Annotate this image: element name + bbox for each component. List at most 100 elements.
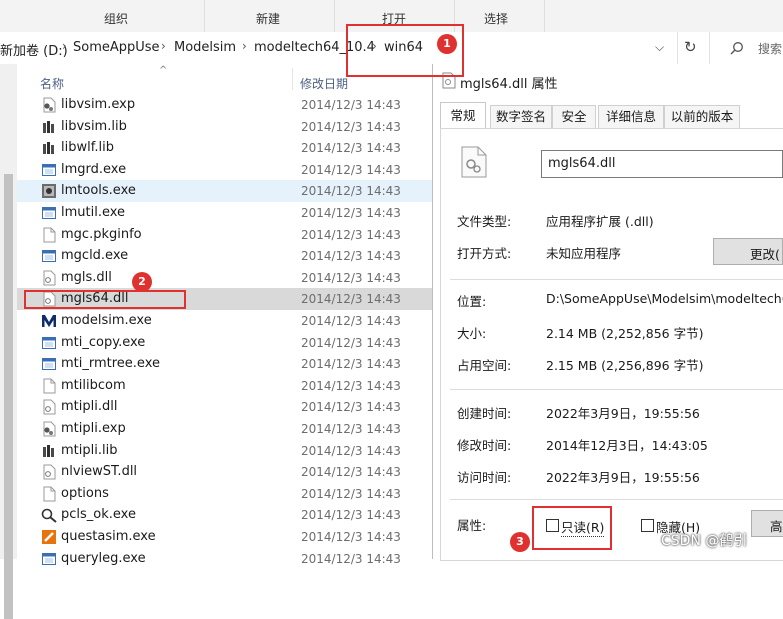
file-row[interactable]: options 2014/12/3 14:43 [17,483,432,505]
breadcrumb-someappuse[interactable]: SomeAppUse [73,40,160,55]
file-name: queryleg.exe [61,550,146,566]
file-name: mtipli.exp [61,421,126,436]
file-row[interactable]: lmtools.exe 2014/12/3 14:43 [17,180,432,202]
file-row[interactable]: mgcld.exe 2014/12/3 14:43 [17,245,432,267]
vertical-scrollbar[interactable] [0,64,17,619]
file-row[interactable]: nlviewST.dll 2014/12/3 14:43 [17,461,432,483]
divider [709,32,710,64]
dll-file-icon [41,399,57,415]
file-row[interactable]: mtipli.exp 2014/12/3 14:43 [17,418,432,440]
file-name: mgcld.exe [61,248,129,264]
open-with-label: 打开方式: [457,246,512,261]
ribbon-group-select[interactable]: 选择 [454,0,545,32]
file-row[interactable]: mtipli.dll 2014/12/3 14:43 [17,396,432,418]
chevron-right-icon[interactable]: › [62,39,67,53]
file-date: 2014/12/3 14:43 [301,184,401,199]
file-row[interactable]: mtipli.lib 2014/12/3 14:43 [17,440,432,462]
file-row[interactable]: lmgrd.exe 2014/12/3 14:43 [17,159,432,181]
chevron-right-icon[interactable]: › [161,39,166,53]
blank-file-icon [41,227,57,243]
file-row[interactable]: mtilibcom 2014/12/3 14:43 [17,375,432,397]
file-date: 2014/12/3 14:43 [301,141,401,156]
ribbon-group-new[interactable]: 新建 [204,0,335,32]
ribbon-group-organize[interactable]: 组织 [28,0,205,32]
search-placeholder: 搜索 [758,42,783,56]
file-date: 2014/12/3 14:43 [301,227,401,242]
tab-digital-signature[interactable]: 数字签名 [490,105,552,128]
blank-file-icon [41,486,57,502]
file-row[interactable]: libvsim.lib 2014/12/3 14:43 [17,116,432,138]
divider [677,32,678,64]
file-row[interactable]: questasim.exe 2014/12/3 14:43 [17,526,432,548]
tab-details[interactable]: 详细信息 [598,105,664,128]
scrollbar-thumb[interactable] [4,174,13,619]
tab-previous-versions[interactable]: 以前的版本 [664,105,740,128]
file-date: 2014/12/3 14:43 [301,335,401,350]
refresh-icon[interactable]: ↻ [684,38,697,56]
file-name: lmtools.exe [61,183,136,199]
advanced-button[interactable]: 高 [751,510,783,537]
search-box[interactable]: 搜索 [720,33,783,63]
size-on-disk-value: 2.15 MB (2,256,896 字节) [546,358,704,373]
breadcrumb-modelsim[interactable]: Modelsim [174,40,236,55]
file-name: lmutil.exe [61,205,126,220]
chevron-down-icon[interactable]: ⌵ [655,40,664,55]
exe-file-icon [41,205,57,221]
annotation-badge-1: 1 [437,34,457,54]
chevron-right-icon[interactable]: › [242,39,247,53]
file-row[interactable]: pcls_ok.exe 2014/12/3 14:43 [17,504,432,526]
tab-security[interactable]: 安全 [552,105,596,128]
file-date: 2014/12/3 14:43 [301,378,401,393]
file-date: 2014/12/3 14:43 [301,486,401,501]
accessed-value: 2022年3月9日，19:55:56 [546,470,700,485]
modified-value: 2014年12月3日，14:43:05 [546,438,708,453]
file-date: 2014/12/3 14:43 [301,119,401,134]
file-row[interactable]: lmutil.exe 2014/12/3 14:43 [17,202,432,224]
tab-general[interactable]: 常规 [440,102,486,129]
column-header-date[interactable]: 修改日期 [300,75,348,92]
dll-file-icon [41,270,57,286]
column-header-name[interactable]: 名称 [40,75,64,92]
location-label: 位置: [457,294,487,309]
file-date: 2014/12/3 14:43 [301,422,401,436]
exe-file-icon [41,162,57,178]
divider [450,499,783,500]
exp-file-icon [41,421,57,437]
created-value: 2022年3月9日，19:55:56 [546,406,700,421]
file-row[interactable]: libvsim.exp 2014/12/3 14:43 [17,94,432,116]
file-row[interactable]: libwlf.lib 2014/12/3 14:43 [17,137,432,159]
lib-file-icon [41,140,57,156]
filename-field[interactable]: mgls64.dll [541,150,783,178]
file-name: mtilibcom [61,377,126,393]
watermark-text: CSDN @鹤引 [661,533,748,549]
file-row[interactable]: mti_rmtree.exe 2014/12/3 14:43 [17,353,432,375]
dll-file-large-icon [461,146,487,178]
created-label: 创建时间: [457,406,512,421]
size-on-disk-label: 占用空间: [457,358,512,373]
location-value: D:\SomeAppUse\Modelsim\modeltech64 [546,291,783,306]
file-row[interactable]: mgls.dll 2014/12/3 14:43 [17,267,432,289]
breadcrumb-drive[interactable]: 新加卷 (D:) [0,40,68,59]
hidden-checkbox[interactable] [641,519,654,532]
column-divider[interactable] [292,68,293,90]
file-date: 2014/12/3 14:43 [301,465,401,480]
file-date: 2014/12/3 14:43 [301,270,401,285]
change-button-label: 更改( [750,247,780,262]
lib-file-icon [41,119,57,135]
lmtools-app-icon [41,183,57,199]
advanced-button-label: 高 [770,519,783,534]
file-row[interactable]: modelsim.exe 2014/12/3 14:43 [17,310,432,332]
change-button[interactable]: 更改( [713,238,783,265]
file-row[interactable]: mti_copy.exe 2014/12/3 14:43 [17,332,432,354]
file-name: pcls_ok.exe [61,507,136,523]
exp-file-icon [41,97,57,113]
open-with-value: 未知应用程序 [546,246,622,261]
questasim-app-icon [41,529,57,545]
file-row[interactable]: queryleg.exe 2014/12/3 14:43 [17,548,432,570]
file-name: mti_copy.exe [61,334,146,350]
ribbon-label-new: 新建 [256,12,281,26]
file-name: options [61,485,109,501]
file-row[interactable]: mgc.pkginfo 2014/12/3 14:43 [17,224,432,246]
file-type-label: 文件类型: [457,214,512,229]
file-date: 2014/12/3 14:43 [301,357,401,372]
